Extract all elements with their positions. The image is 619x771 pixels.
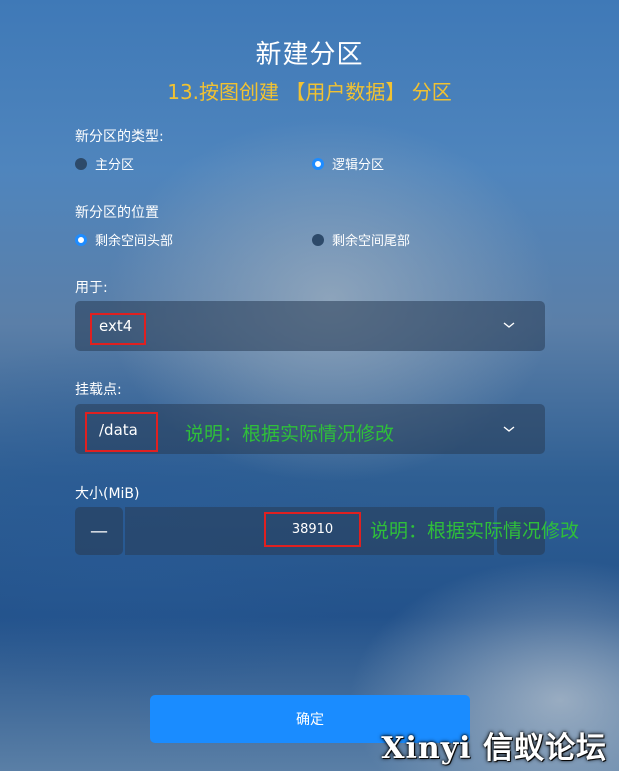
highlight-box-size: 38910 <box>264 512 361 547</box>
radio-indicator <box>312 233 324 246</box>
partition-location-label: 新分区的位置 <box>75 205 159 221</box>
radio-label: 主分区 <box>95 158 135 173</box>
highlight-box-filesystem <box>90 313 146 345</box>
radio-indicator <box>75 157 87 170</box>
mount-point-label: 挂载点: <box>75 382 122 398</box>
highlight-box-mount-point <box>85 412 158 452</box>
radio-free-space-start[interactable]: 剩余空间头部 <box>75 230 173 249</box>
size-value: 38910 <box>291 522 334 537</box>
tutorial-subtitle: 13.按图创建 【用户数据】 分区 <box>167 80 452 104</box>
radio-indicator-selected <box>312 157 324 170</box>
chevron-down-icon <box>503 426 515 432</box>
radio-logical-partition[interactable]: 逻辑分区 <box>312 154 384 173</box>
radio-label: 剩余空间头部 <box>95 234 174 249</box>
chevron-down-icon <box>503 322 515 328</box>
size-decrement-button[interactable]: — <box>75 507 123 555</box>
radio-free-space-end[interactable]: 剩余空间尾部 <box>312 230 410 249</box>
partition-type-label: 新分区的类型: <box>75 129 164 145</box>
minus-icon: — <box>90 520 108 542</box>
radio-label: 剩余空间尾部 <box>332 234 411 249</box>
forum-watermark: Xinyi 信蚁论坛 <box>381 731 607 766</box>
usage-label: 用于: <box>75 280 108 296</box>
dialog-title: 新建分区 <box>255 40 364 70</box>
confirm-label: 确定 <box>296 712 324 728</box>
size-label: 大小(MiB) <box>75 486 140 502</box>
annotation-mount-point: 说明：根据实际情况修改 <box>185 423 395 445</box>
radio-label: 逻辑分区 <box>332 158 385 173</box>
radio-primary-partition[interactable]: 主分区 <box>75 154 134 173</box>
annotation-size: 说明：根据实际情况修改 <box>370 520 580 542</box>
radio-indicator-selected <box>75 233 87 246</box>
